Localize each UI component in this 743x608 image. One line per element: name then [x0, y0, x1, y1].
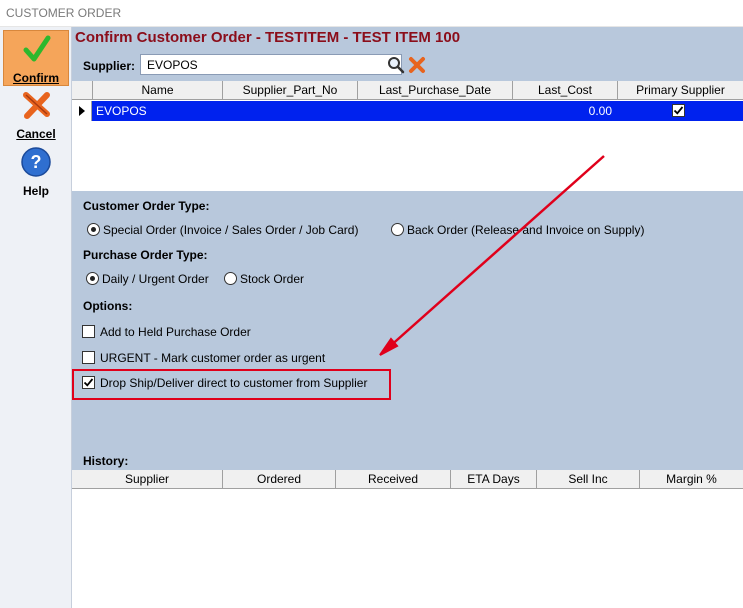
annotation-arrow [379, 155, 605, 356]
